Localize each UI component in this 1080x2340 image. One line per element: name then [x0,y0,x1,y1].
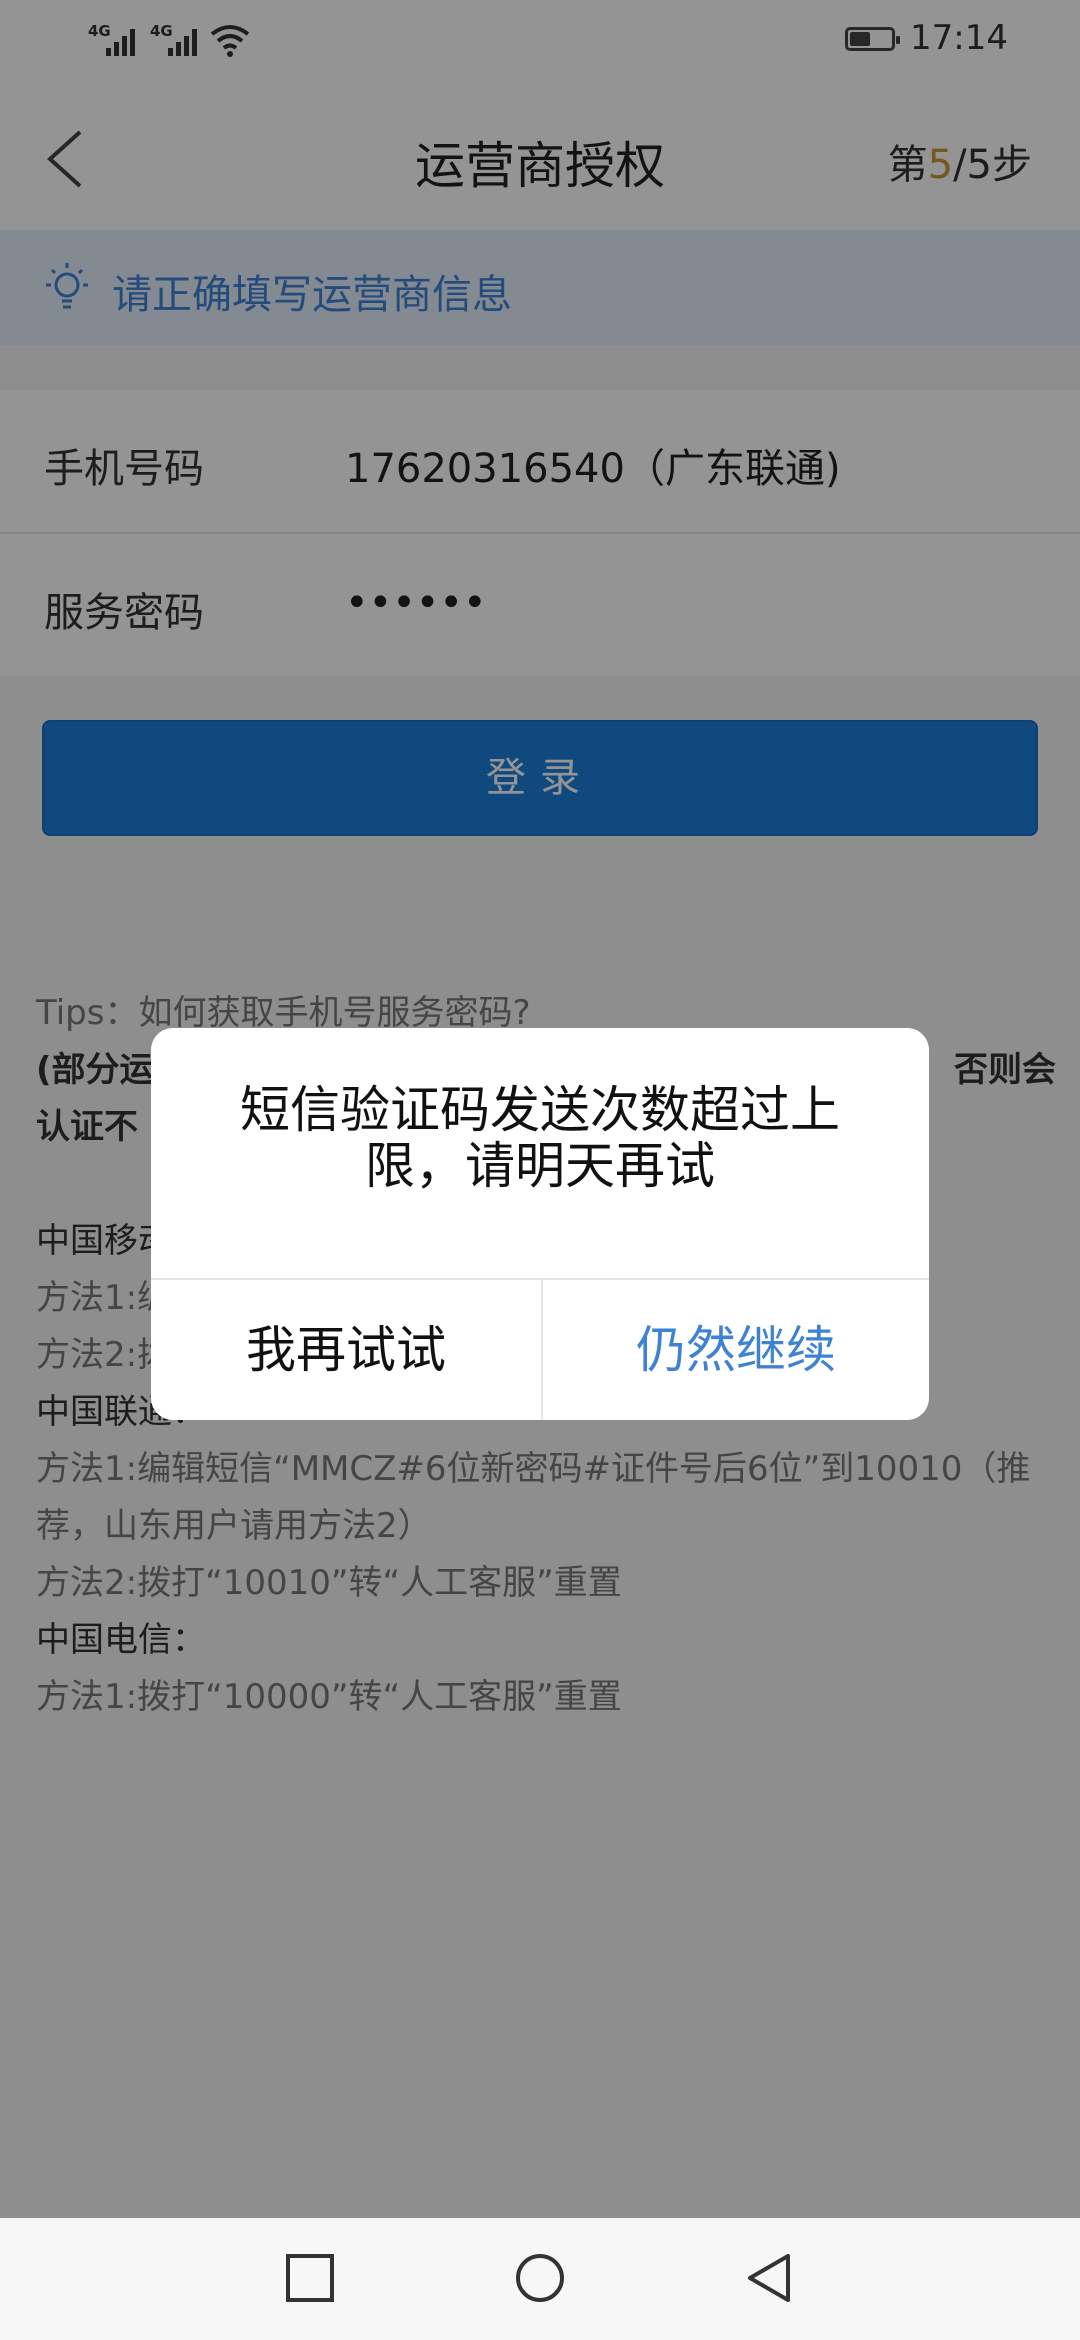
back-icon[interactable] [744,2252,796,2304]
recent-apps-icon[interactable] [284,2252,336,2304]
retry-button[interactable]: 我再试试 [151,1280,541,1420]
home-icon[interactable] [514,2252,566,2304]
system-nav-bar [0,2218,1080,2340]
alert-dialog: 短信验证码发送次数超过上限，请明天再试 我再试试 仍然继续 [151,1028,929,1420]
dialog-message: 短信验证码发送次数超过上限，请明天再试 [240,1081,840,1195]
continue-button[interactable]: 仍然继续 [543,1280,929,1420]
